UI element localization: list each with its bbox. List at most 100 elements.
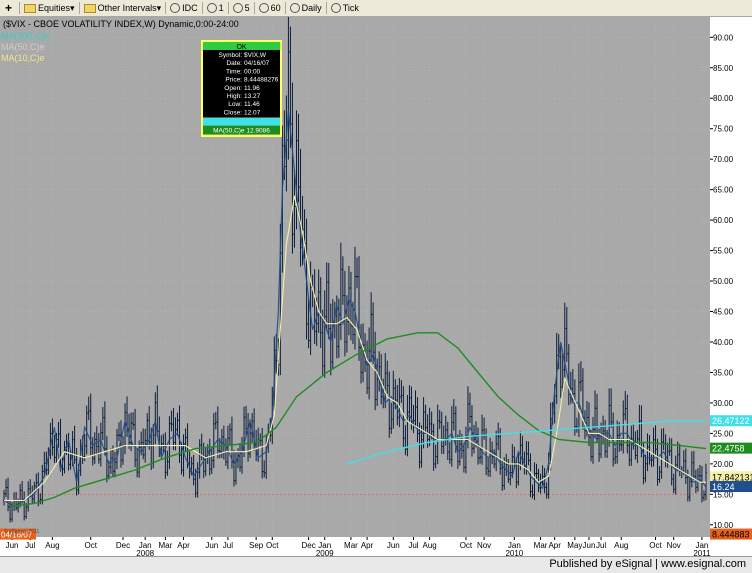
x-tick-label: Apr (177, 541, 190, 550)
tooltip-row-label: Symbol: (219, 52, 243, 59)
tooltip-row-label: Date: (226, 60, 242, 67)
x-tick-label: Jun (6, 541, 19, 550)
toolbar-item-label: Daily (301, 3, 322, 13)
toolbar-item-label: Other Intervals (97, 3, 157, 13)
tooltip-row-label: Open: (224, 85, 242, 92)
y-tick-label: 65.00 (713, 186, 734, 195)
legend-entry: MA(200,C)e (1, 31, 50, 41)
clock-icon (330, 3, 341, 13)
x-tick-label: Apr (548, 541, 561, 550)
value-label: 22.4758 (712, 444, 745, 454)
toolbar-item-label: 60 (270, 3, 281, 13)
y-tick-label: 30.00 (713, 399, 734, 408)
x-tick-label: Oct (85, 541, 98, 550)
tooltip-row-label: Time: (226, 68, 242, 75)
chart-title: ($VIX - CBOE VOLATILITY INDEX,W) Dynamic… (3, 19, 239, 29)
toolbar-item-label: Tick (342, 3, 359, 13)
toolbar-item-label: 5 (244, 3, 250, 13)
x-tick-label: Jul (25, 541, 35, 550)
y-tick-label: 20.00 (713, 460, 734, 469)
toolbar-separator (284, 2, 286, 14)
toolbar-separator (19, 2, 20, 14)
tooltip-ma200-row (203, 117, 280, 126)
tooltip-row-label: High: (227, 93, 242, 100)
clock-icon (170, 3, 181, 13)
tooltip-row-value: $VIX,W (244, 52, 267, 59)
y-tick-label: 85.00 (713, 64, 734, 73)
x-tick-label: Mar (158, 541, 172, 550)
x-year-label: 2008 (136, 549, 154, 556)
clock-icon (258, 3, 269, 13)
value-label: 16.24 (712, 482, 735, 492)
toolbar-item-1[interactable]: Equities ▾ (24, 3, 75, 14)
tooltip-row-value: 8.44488276 (244, 77, 279, 84)
tooltip-row-value: 11.96 (244, 85, 260, 92)
x-year-label: 2010 (505, 549, 523, 556)
x-tick-label: Aug (422, 541, 436, 550)
tooltip-row-label: Price: (225, 77, 242, 84)
y-tick-label: 90.00 (713, 33, 734, 42)
y-tick-label: 45.00 (713, 308, 734, 317)
x-tick-label: Dec (116, 541, 130, 550)
chevron-down-icon: ▾ (70, 2, 75, 13)
tooltip-header: OK (236, 44, 246, 51)
x-tick-label: Mar (344, 541, 358, 550)
value-label: 17.842131 (712, 472, 752, 482)
y-tick-label: 80.00 (713, 94, 734, 103)
y-tick-label: 40.00 (713, 338, 734, 347)
toolbar-item-7[interactable]: Daily (289, 3, 322, 13)
chevron-down-icon: ▾ (156, 2, 162, 13)
x-tick-label: Nov (477, 541, 491, 550)
toolbar-item-3[interactable]: IDC (170, 3, 198, 13)
toolbar-item-5[interactable]: 5 (232, 3, 250, 13)
chart: 10.0015.0020.0025.0030.0035.0040.0045.00… (0, 17, 752, 556)
value-label: 8.444883 (712, 530, 750, 540)
y-tick-label: 10.00 (713, 521, 734, 530)
folder-icon (83, 3, 96, 13)
tooltip-row-label: Low: (228, 101, 242, 108)
value-label: 26.47122 (712, 416, 750, 426)
x-tick-label: Jul (408, 541, 418, 550)
tooltip-row-value: 04/16/07 (244, 60, 270, 67)
y-tick-label: 50.00 (713, 277, 734, 286)
x-tick-label: Sep (249, 541, 264, 550)
y-tick-label: 70.00 (713, 155, 734, 164)
tooltip-row-value: 11.46 (244, 101, 260, 108)
clock-icon (232, 3, 243, 13)
toolbar-item-4[interactable]: 1 (206, 3, 224, 13)
x-tick-label: Oct (460, 541, 473, 550)
toolbar-separator (165, 2, 167, 14)
x-year-label: 2011 (693, 549, 711, 556)
y-tick-label: 75.00 (713, 125, 734, 134)
toolbar-separator (227, 2, 229, 14)
x-tick-label: Aug (614, 541, 628, 550)
toolbar-item-8[interactable]: Tick (330, 3, 359, 13)
x-tick-label: Oct (649, 541, 662, 550)
toolbar-separator (253, 2, 255, 14)
x-tick-label: Dec (301, 541, 315, 550)
toolbar-item-label: 1 (218, 3, 224, 13)
toolbar-item-label: Equities (38, 3, 71, 13)
x-tick-label: Oct (266, 541, 279, 550)
toolbar-item-0[interactable]: + (4, 0, 15, 15)
y-tick-label: 35.00 (713, 368, 734, 377)
plus-icon: + (4, 0, 12, 15)
x-year-label: 2009 (316, 549, 334, 556)
toolbar-item-label: IDC (182, 3, 198, 13)
tooltip-ma-row: MA(50,C)e 12.9086 (213, 128, 270, 135)
toolbar-separator (325, 2, 327, 14)
x-tick-label: Jun (387, 541, 400, 550)
toolbar-item-6[interactable]: 60 (258, 3, 281, 13)
tooltip-row-value: 00:00 (244, 68, 261, 75)
x-tick-label: May (567, 541, 582, 550)
toolbar-item-2[interactable]: Other Intervals ▾ (83, 2, 162, 14)
y-tick-label: 25.00 (713, 429, 734, 438)
x-tick-label: Apr (361, 541, 374, 550)
x-tick-label: Mar (534, 541, 548, 550)
x-tick-label: Jun (205, 541, 218, 550)
footer: Published by eSignal | www.esignal.com (0, 556, 752, 573)
x-tick-label: Jul (223, 541, 233, 550)
x-tick-label: Aug (45, 541, 59, 550)
x-tick-label: Nov (667, 541, 681, 550)
clock-icon (289, 3, 300, 13)
